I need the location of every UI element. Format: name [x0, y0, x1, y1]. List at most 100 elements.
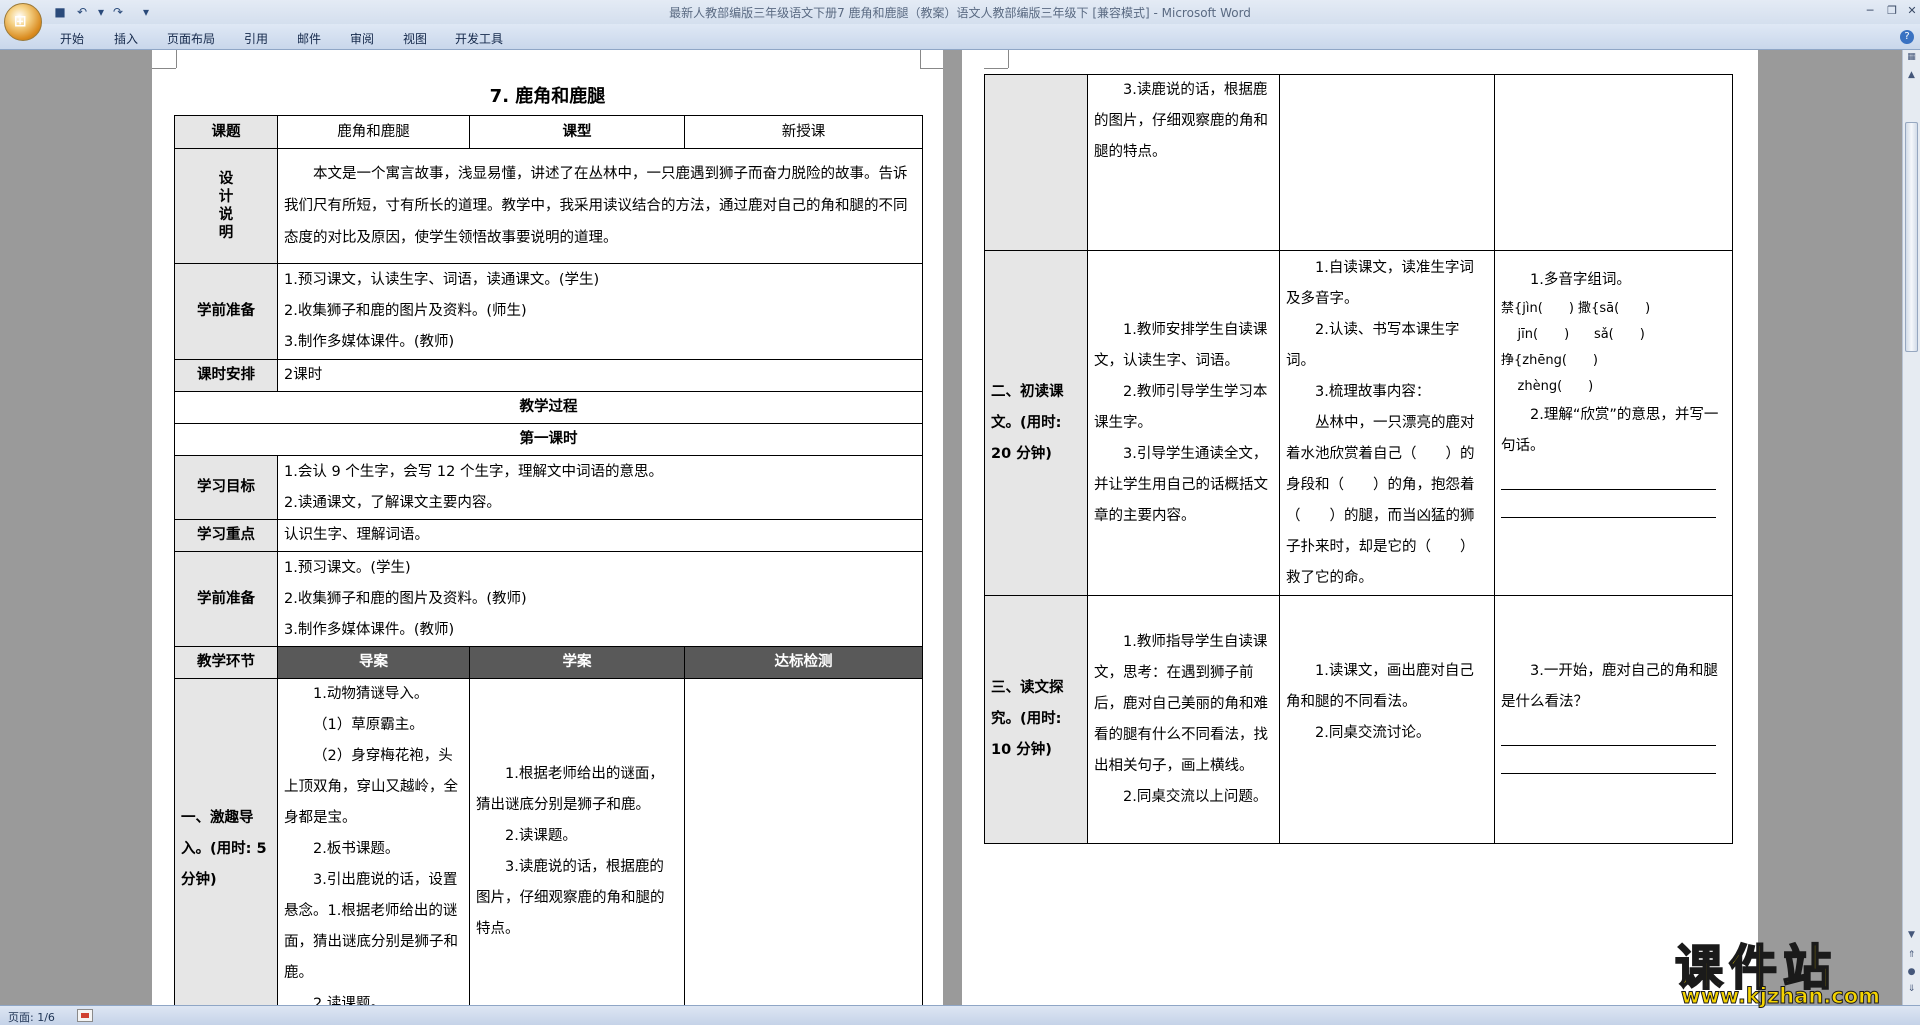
cell-section-3-xuean[interactable]: 1.读课文，画出鹿对自己角和腿的不同看法。 2.同桌交流讨论。	[1279, 595, 1495, 844]
cell-section-3-label[interactable]: 三、读文探究。(用时: 10 分钟)	[984, 595, 1088, 844]
list-item: 1.预习课文。(学生)	[284, 559, 411, 576]
kjzhan-watermark-logo: 课件站 www.kjzhan.com	[1674, 928, 1905, 1009]
scroll-thumb[interactable]	[1905, 122, 1918, 352]
cell-keshi-value[interactable]: 2课时	[277, 359, 923, 392]
cell-header-xuean[interactable]: 学案	[469, 646, 685, 679]
cell-label-xueqian2[interactable]: 学前准备	[174, 551, 278, 647]
pinyin-blank: sā( )	[1599, 301, 1651, 316]
scroll-down-icon[interactable]: ▼	[1905, 930, 1918, 943]
cell-label-mubiao[interactable]: 学习目标	[174, 455, 278, 520]
crop-mark	[920, 68, 943, 69]
cell-section-1-jiance[interactable]	[684, 678, 923, 1005]
tab-home[interactable]: 开始	[60, 30, 84, 47]
cell-label-xueqian[interactable]: 学前准备	[174, 263, 278, 360]
tab-references[interactable]: 引用	[244, 30, 268, 47]
minimize-button[interactable]: ─	[1858, 3, 1882, 19]
undo-icon[interactable]: ↶	[74, 4, 90, 20]
ruler-toggle-icon[interactable]: ▦	[1905, 52, 1918, 65]
cell-section-2-label[interactable]: 二、初读课文。(用时: 20 分钟)	[984, 250, 1088, 596]
redo-icon[interactable]: ↷	[110, 4, 126, 20]
cell-header-jiance[interactable]: 达标检测	[684, 646, 923, 679]
tab-insert[interactable]: 插入	[114, 30, 138, 47]
cell-sheji-text[interactable]: 本文是一个寓言故事，浅显易懂，讲述了在丛林中，一只鹿遇到狮子而奋力脱险的故事。告…	[277, 148, 923, 264]
ribbon-tabs: 开始 插入 页面布局 引用 邮件 审阅 视图 开发工具	[0, 24, 1920, 50]
answer-line[interactable]	[1501, 718, 1716, 746]
crop-mark	[176, 50, 177, 68]
list-item: 2.读通课文，了解课文主要内容。	[284, 494, 501, 511]
answer-line[interactable]	[1501, 490, 1716, 518]
answer-line[interactable]	[1501, 746, 1716, 774]
table-row: 学前准备 1.预习课文，认读生字、词语，读通课文。(学生) 2.收集狮子和鹿的图…	[174, 263, 923, 360]
pinyin-char: 挣	[1501, 353, 1515, 368]
table-row: 课题 鹿角和鹿腿 课型 新授课	[174, 115, 923, 149]
cell-section-2-xuean[interactable]: 1.自读课文，读准生字词及多音字。 2.认读、书写本课生字词。 3.梳理故事内容…	[1279, 250, 1495, 596]
cell-label-keti[interactable]: 课题	[174, 115, 278, 149]
cell-section-2-jiance[interactable]: 1.多音字组词。 禁{jìn( ) 撒{sā( ) jīn( ) sǎ( ) 挣…	[1494, 250, 1733, 596]
crop-mark	[1008, 50, 1009, 68]
table-row: 三、读文探究。(用时: 10 分钟) 1.教师指导学生自读课文，思考：在遇到狮子…	[984, 595, 1733, 844]
close-button[interactable]: ✕	[1900, 3, 1920, 19]
crop-mark	[152, 68, 176, 69]
save-icon[interactable]: ■	[52, 4, 68, 20]
cell-process-heading[interactable]: 教学过程	[174, 391, 923, 424]
crop-mark	[920, 50, 921, 68]
cell-label-zhongdian[interactable]: 学习重点	[174, 519, 278, 552]
list-item: 2.同桌交流以上问题。	[1123, 788, 1268, 805]
cell-section-1-label[interactable]: 一、激趣导入。(用时: 5分钟)	[174, 678, 278, 1005]
vertical-scrollbar[interactable]: ▦ ▲ ▼ ⇑ ● ⇓	[1902, 50, 1920, 1005]
proofing-icon[interactable]	[77, 1009, 93, 1022]
cell-empty[interactable]	[1494, 74, 1733, 251]
table-row: 3.读鹿说的话，根据鹿的图片，仔细观察鹿的角和腿的特点。	[984, 74, 1733, 251]
list-item: （2）身穿梅花袍，头上顶双角，穿山又越岭，全身都是宝。	[284, 748, 458, 826]
cell-header-huanjie[interactable]: 教学环节	[174, 646, 278, 679]
customize-quick-access-icon[interactable]: ▾	[138, 4, 154, 20]
list-item: 丛林中，一只漂亮的鹿对着水池欣赏着自己（ ）的身段和（ ）的角，抱怨着（ ）的腿…	[1286, 414, 1475, 586]
list-item: 3.一开始，鹿对自己的角和腿是什么看法？	[1501, 663, 1718, 710]
document-title[interactable]: 7. 鹿角和鹿腿	[152, 82, 943, 108]
pinyin-blank: jīn( )	[1517, 327, 1570, 342]
cell-label-sheji[interactable]: 设计说明	[174, 148, 278, 264]
browse-object-icon[interactable]: ●	[1905, 967, 1918, 980]
cell-header-daoan[interactable]: 导案	[277, 646, 470, 679]
tab-mailings[interactable]: 邮件	[297, 30, 321, 47]
page-2: 3.读鹿说的话，根据鹿的图片，仔细观察鹿的角和腿的特点。 二、初读课文。(用时:…	[962, 50, 1758, 1005]
scroll-up-icon[interactable]: ▲	[1905, 70, 1918, 83]
cell-mubiao-list[interactable]: 1.会认 9 个生字，会写 12 个生字，理解文中词语的意思。 2.读通课文，了…	[277, 455, 923, 520]
watermark-url: www.kjzhan.com	[1680, 984, 1881, 1009]
tab-developer[interactable]: 开发工具	[455, 30, 503, 47]
tab-page-layout[interactable]: 页面布局	[167, 30, 215, 47]
list-item: 1.多音字组词。	[1530, 272, 1631, 288]
undo-dropdown-icon[interactable]: ▾	[93, 4, 109, 20]
tab-review[interactable]: 审阅	[350, 30, 374, 47]
help-icon[interactable]: ?	[1900, 30, 1914, 44]
list-item: 3.制作多媒体课件。(教师)	[284, 621, 455, 638]
table-row: 第一课时	[174, 423, 923, 456]
answer-line[interactable]	[1501, 462, 1716, 490]
table-row: 课时安排 2课时	[174, 359, 923, 392]
table-row: 学前准备 1.预习课文。(学生) 2.收集狮子和鹿的图片及资料。(教师) 3.制…	[174, 551, 923, 647]
cell-zhongdian-value[interactable]: 认识生字、理解词语。	[277, 519, 923, 552]
cell-section-1-daoan[interactable]: 1.动物猜谜导入。 （1）草原霸主。 （2）身穿梅花袍，头上顶双角，穿山又越岭，…	[277, 678, 470, 1005]
cell-section-1-xuean-cont[interactable]: 3.读鹿说的话，根据鹿的图片，仔细观察鹿的角和腿的特点。	[1087, 74, 1280, 251]
tab-view[interactable]: 视图	[403, 30, 427, 47]
office-button[interactable]: ⊞	[4, 3, 42, 41]
cell-section-2-daoan[interactable]: 1.教师安排学生自读课文，认读生字、词语。 2.教师引导学生学习本课生字。 3.…	[1087, 250, 1280, 596]
table-row: 教学环节 导案 学案 达标检测	[174, 646, 923, 679]
cell-keti-value[interactable]: 鹿角和鹿腿	[277, 115, 470, 149]
cell-section-1-xuean[interactable]: 1.根据老师给出的谜面，猜出谜底分别是狮子和鹿。 2.读课题。 3.读鹿说的话，…	[469, 678, 685, 1005]
cell-section-3-jiance[interactable]: 3.一开始，鹿对自己的角和腿是什么看法？	[1494, 595, 1733, 844]
cell-kexing-value[interactable]: 新授课	[684, 115, 923, 149]
cell-label-keshi[interactable]: 课时安排	[174, 359, 278, 392]
pinyin-blank: zhēng( )	[1522, 353, 1598, 368]
table-row: 设计说明 本文是一个寓言故事，浅显易懂，讲述了在丛林中，一只鹿遇到狮子而奋力脱险…	[174, 148, 923, 264]
previous-page-icon[interactable]: ⇑	[1905, 950, 1918, 963]
cell-section-3-daoan[interactable]: 1.教师指导学生自读课文，思考：在遇到狮子前后，鹿对自己美丽的角和难看的腿有什么…	[1087, 595, 1280, 844]
page-count[interactable]: 页面: 1/6	[8, 1009, 55, 1025]
cell-label-kexing[interactable]: 课型	[469, 115, 685, 149]
next-page-icon[interactable]: ⇓	[1905, 984, 1918, 997]
cell-xueqian2-list[interactable]: 1.预习课文。(学生) 2.收集狮子和鹿的图片及资料。(教师) 3.制作多媒体课…	[277, 551, 923, 647]
cell-empty[interactable]	[1279, 74, 1495, 251]
cell-first-lesson-heading[interactable]: 第一课时	[174, 423, 923, 456]
cell-section-1-label-cont[interactable]	[984, 74, 1088, 251]
cell-xueqian-list[interactable]: 1.预习课文，认读生字、词语，读通课文。(学生) 2.收集狮子和鹿的图片及资料。…	[277, 263, 923, 360]
